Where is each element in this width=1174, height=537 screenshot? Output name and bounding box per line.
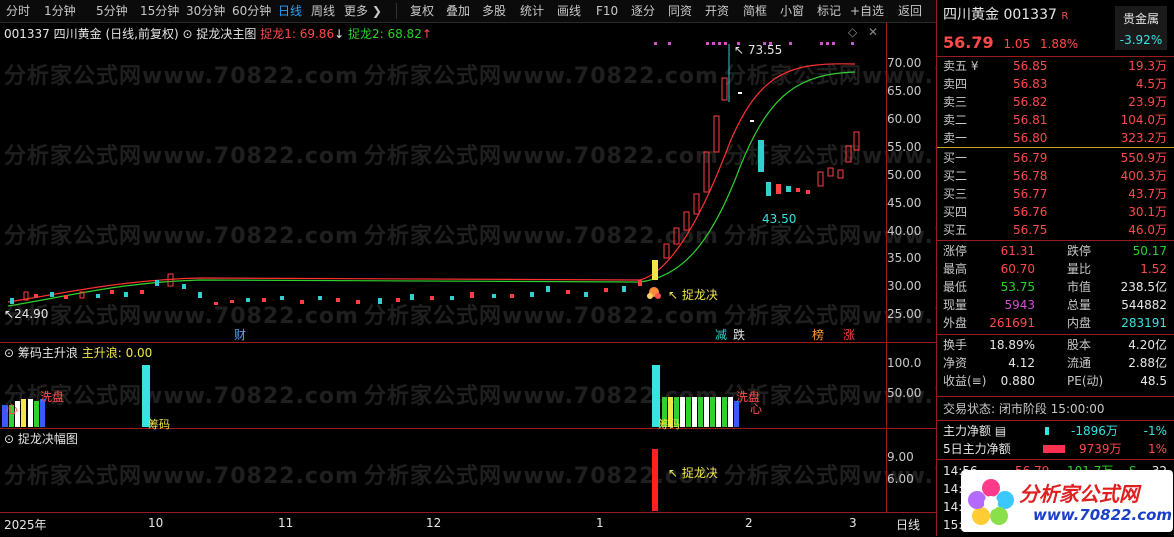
sub1-left-text2: 心 bbox=[6, 402, 19, 416]
y-tick: 55.00 bbox=[887, 140, 922, 154]
sub1-y-tick: 50.00 bbox=[887, 386, 922, 400]
y-tick: 30.00 bbox=[887, 279, 922, 293]
y-tick: 70.00 bbox=[887, 56, 922, 70]
sub1-y-tick: 100.0 bbox=[887, 356, 922, 370]
bid-row[interactable]: 买一 56.79 550.9万 bbox=[943, 149, 1171, 167]
x-tick: 2 bbox=[745, 516, 753, 530]
period-daily[interactable]: 日线 bbox=[278, 0, 302, 22]
sub1-left-text1: 洗盘 bbox=[40, 390, 65, 404]
fund-row: 净资 4.12 流通 2.88亿 bbox=[943, 356, 1167, 370]
low-label: 43.50 bbox=[762, 212, 797, 226]
quote-code: 001337 bbox=[1003, 7, 1057, 23]
marker-die[interactable]: 跌 bbox=[733, 326, 745, 343]
toolbar-xiaochuang[interactable]: 小窗 bbox=[780, 0, 804, 22]
flower-logo-icon bbox=[968, 479, 1014, 525]
logo-url: www.70822.com bbox=[1033, 506, 1173, 524]
y-tick: 35.00 bbox=[887, 251, 922, 265]
toolbar-kaizi[interactable]: 开资 bbox=[705, 0, 729, 22]
period-60min[interactable]: 60分钟 bbox=[232, 0, 271, 22]
y-tick: 50.00 bbox=[887, 168, 922, 182]
quote-change-pct: 1.88% bbox=[1039, 37, 1079, 51]
sub2-chart[interactable] bbox=[0, 429, 886, 512]
toolbar-f10[interactable]: F10 bbox=[596, 0, 618, 22]
stat-row: 外盘 261691 内盘 283191 bbox=[943, 316, 1167, 330]
period-1min[interactable]: 1分钟 bbox=[44, 0, 76, 22]
trade-status: 交易状态: 闭市阶段 15:00:00 bbox=[943, 402, 1105, 416]
ma-line-2 bbox=[7, 71, 856, 307]
ask-row[interactable]: 卖五 ¥56.85 19.3万 bbox=[943, 57, 1171, 75]
toolbar-fanhui[interactable]: 返回 bbox=[898, 0, 922, 22]
period-30min[interactable]: 30分钟 bbox=[186, 0, 225, 22]
x-axis: 2025年 10 11 12 1 2 3 日线 bbox=[0, 512, 936, 537]
stat-row: 涨停 61.31 跌停 50.17 bbox=[943, 244, 1167, 258]
price-chart[interactable] bbox=[0, 22, 886, 342]
bid-row[interactable]: 买三 56.77 43.7万 bbox=[943, 185, 1171, 203]
marker-zhang[interactable]: 涨 bbox=[843, 326, 855, 343]
period-weekly[interactable]: 周线 bbox=[311, 0, 335, 22]
period-fenshi[interactable]: 分时 bbox=[6, 0, 30, 22]
toolbar-diejia[interactable]: 叠加 bbox=[446, 0, 470, 22]
quote-price-row: 56.79 1.05 1.88% bbox=[943, 32, 1171, 54]
y-tick: 65.00 bbox=[887, 84, 922, 98]
sub2-y-tick: 9.00 bbox=[887, 450, 914, 464]
period-15min[interactable]: 15分钟 bbox=[140, 0, 179, 22]
quote-price: 56.79 bbox=[943, 33, 994, 52]
y-tick: 25.00 bbox=[887, 307, 922, 321]
bid-row[interactable]: 买二 56.78 400.3万 bbox=[943, 167, 1171, 185]
x-tick: 3 bbox=[849, 516, 857, 530]
marker-bang[interactable]: 榜 bbox=[812, 326, 824, 343]
x-tick: 2025年 bbox=[4, 518, 47, 532]
bid-row[interactable]: 买五 56.75 46.0万 bbox=[943, 221, 1171, 239]
quote-badge: R bbox=[1061, 11, 1069, 22]
ask-row[interactable]: 卖三 56.82 23.9万 bbox=[943, 93, 1171, 111]
stat-row: 最高 60.70 量比 1.52 bbox=[943, 262, 1167, 276]
x-tick: 12 bbox=[426, 516, 442, 530]
period-5min[interactable]: 5分钟 bbox=[96, 0, 128, 22]
stat-row: 现量 5943 总量 544882 bbox=[943, 298, 1167, 312]
signal-label: ↖ 捉龙决 bbox=[668, 288, 718, 302]
x-tick: 10 bbox=[148, 516, 164, 530]
toolbar-duogu[interactable]: 多股 bbox=[482, 0, 506, 22]
quote-panel: 四川黄金 001337 R 贵金属 -3.92% 56.79 1.05 1.88… bbox=[936, 0, 1174, 536]
quote-change: 1.05 bbox=[1003, 37, 1031, 51]
ask-row[interactable]: 卖二 56.81 104.0万 bbox=[943, 111, 1171, 129]
y-tick: 60.00 bbox=[887, 112, 922, 126]
bid-row[interactable]: 买四 56.76 30.1万 bbox=[943, 203, 1171, 221]
main-flow-row[interactable]: 主力净额 ▤ -1896万 -1% bbox=[943, 422, 1171, 440]
toolbar-fuquan[interactable]: 复权 bbox=[410, 0, 434, 22]
toolbar-biaoji[interactable]: 标记 bbox=[817, 0, 841, 22]
sub2-signal-label: ↖ 捉龙决 bbox=[668, 466, 718, 480]
ask-row[interactable]: 卖一 56.80 323.2万 bbox=[943, 129, 1171, 147]
toolbar-zhufen[interactable]: 逐分 bbox=[631, 0, 655, 22]
sector-name: 贵金属 bbox=[1122, 12, 1159, 26]
toolbar-zixuan[interactable]: +自选 bbox=[850, 0, 884, 22]
site-logo: 分析家公式网 www.70822.com bbox=[961, 470, 1173, 532]
x-tick: 11 bbox=[278, 516, 294, 530]
toolbar-huaxian[interactable]: 画线 bbox=[557, 0, 581, 22]
fund-row: 收益(≡) 0.880 PE(动) 48.5 bbox=[943, 374, 1167, 388]
sub2-y-tick: 6.00 bbox=[887, 472, 914, 486]
toolbar-tongzi[interactable]: 同资 bbox=[668, 0, 692, 22]
fund-row: 换手 18.89% 股本 4.20亿 bbox=[943, 338, 1167, 352]
flow5-row[interactable]: 5日主力净额 9739万 1% bbox=[943, 440, 1171, 458]
x-tick: 1 bbox=[596, 516, 604, 530]
stat-row: 最低 53.75 市值 238.5亿 bbox=[943, 280, 1167, 294]
logo-brand: 分析家公式网 bbox=[1019, 482, 1139, 506]
y-tick: 45.00 bbox=[887, 196, 922, 210]
ma-line-1 bbox=[7, 63, 856, 303]
high-label: ↖ 73.55 bbox=[734, 43, 783, 57]
toolbar-tongji[interactable]: 统计 bbox=[520, 0, 544, 22]
period-more[interactable]: 更多 ❯ bbox=[344, 0, 382, 22]
marker-jian[interactable]: 减 bbox=[715, 326, 727, 343]
sub1-right-text2: 心 bbox=[750, 402, 763, 416]
candles bbox=[10, 44, 860, 305]
quote-name: 四川黄金 bbox=[943, 7, 999, 23]
start-label: ↖24.90 bbox=[4, 307, 49, 321]
marker-cai[interactable]: 财 bbox=[234, 326, 246, 343]
y-tick: 40.00 bbox=[887, 224, 922, 238]
ask-row[interactable]: 卖四 56.83 4.5万 bbox=[943, 75, 1171, 93]
x-axis-period[interactable]: 日线 bbox=[896, 516, 920, 533]
toolbar-jiankuang[interactable]: 简框 bbox=[743, 0, 767, 22]
